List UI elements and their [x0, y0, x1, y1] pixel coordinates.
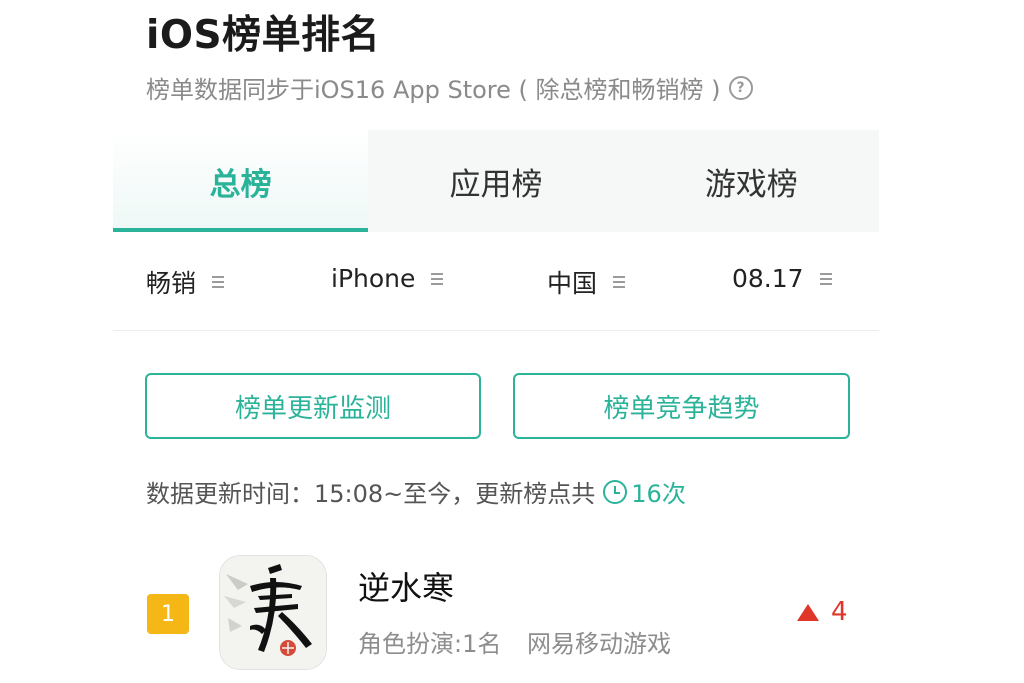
app-category: 角色扮演:1名 [358, 630, 502, 658]
app-developer: 网易移动游戏 [527, 630, 671, 658]
filter-device[interactable]: iPhone [331, 264, 444, 293]
filter-bar: 畅销 iPhone 中国 08.17 [113, 232, 879, 330]
list-menu-icon [819, 270, 832, 288]
tab-apps[interactable]: 应用榜 [368, 130, 623, 232]
filter-date[interactable]: 08.17 [732, 264, 832, 293]
calligraphy-app-icon [220, 556, 326, 669]
up-arrow-icon [797, 603, 819, 621]
filter-date-label: 08.17 [732, 264, 804, 293]
filter-region-label: 中国 [547, 269, 598, 298]
update-info: 数据更新时间：15:08~至今，更新榜点共 16次 [146, 474, 686, 509]
filter-list-type[interactable]: 畅销 [146, 264, 225, 300]
ranking-tabs: 总榜 应用榜 游戏榜 [113, 130, 879, 232]
update-time-text: 数据更新时间：15:08~至今，更新榜点共 [146, 480, 596, 508]
list-menu-icon [613, 273, 626, 291]
app-meta: 角色扮演:1名 网易移动游戏 [358, 624, 671, 659]
page-title: iOS榜单排名 [146, 13, 381, 58]
filter-list-type-label: 畅销 [146, 269, 197, 298]
update-monitor-button[interactable]: 榜单更新监测 [145, 373, 481, 439]
list-menu-icon [431, 270, 444, 288]
update-count[interactable]: 16次 [631, 474, 686, 509]
app-name[interactable]: 逆水寒 [358, 563, 454, 609]
filter-region[interactable]: 中国 [547, 264, 626, 300]
filter-device-label: iPhone [331, 264, 416, 293]
app-icon[interactable] [220, 556, 326, 669]
list-menu-icon [212, 273, 225, 291]
subtitle-text: 榜单数据同步于iOS16 App Store ( 除总榜和畅销榜 ) [146, 76, 721, 104]
clock-icon [603, 479, 628, 504]
rank-change-value: 4 [831, 597, 848, 627]
rank-change: 4 [797, 597, 848, 627]
help-icon[interactable]: ? [728, 75, 753, 100]
tab-games[interactable]: 游戏榜 [624, 130, 879, 232]
divider [113, 330, 879, 331]
competition-trend-button[interactable]: 榜单竞争趋势 [513, 373, 850, 439]
tab-overall[interactable]: 总榜 [113, 130, 369, 232]
rank-badge: 1 [147, 594, 189, 634]
page-subtitle: 榜单数据同步于iOS16 App Store ( 除总榜和畅销榜 ) ? [146, 70, 753, 105]
